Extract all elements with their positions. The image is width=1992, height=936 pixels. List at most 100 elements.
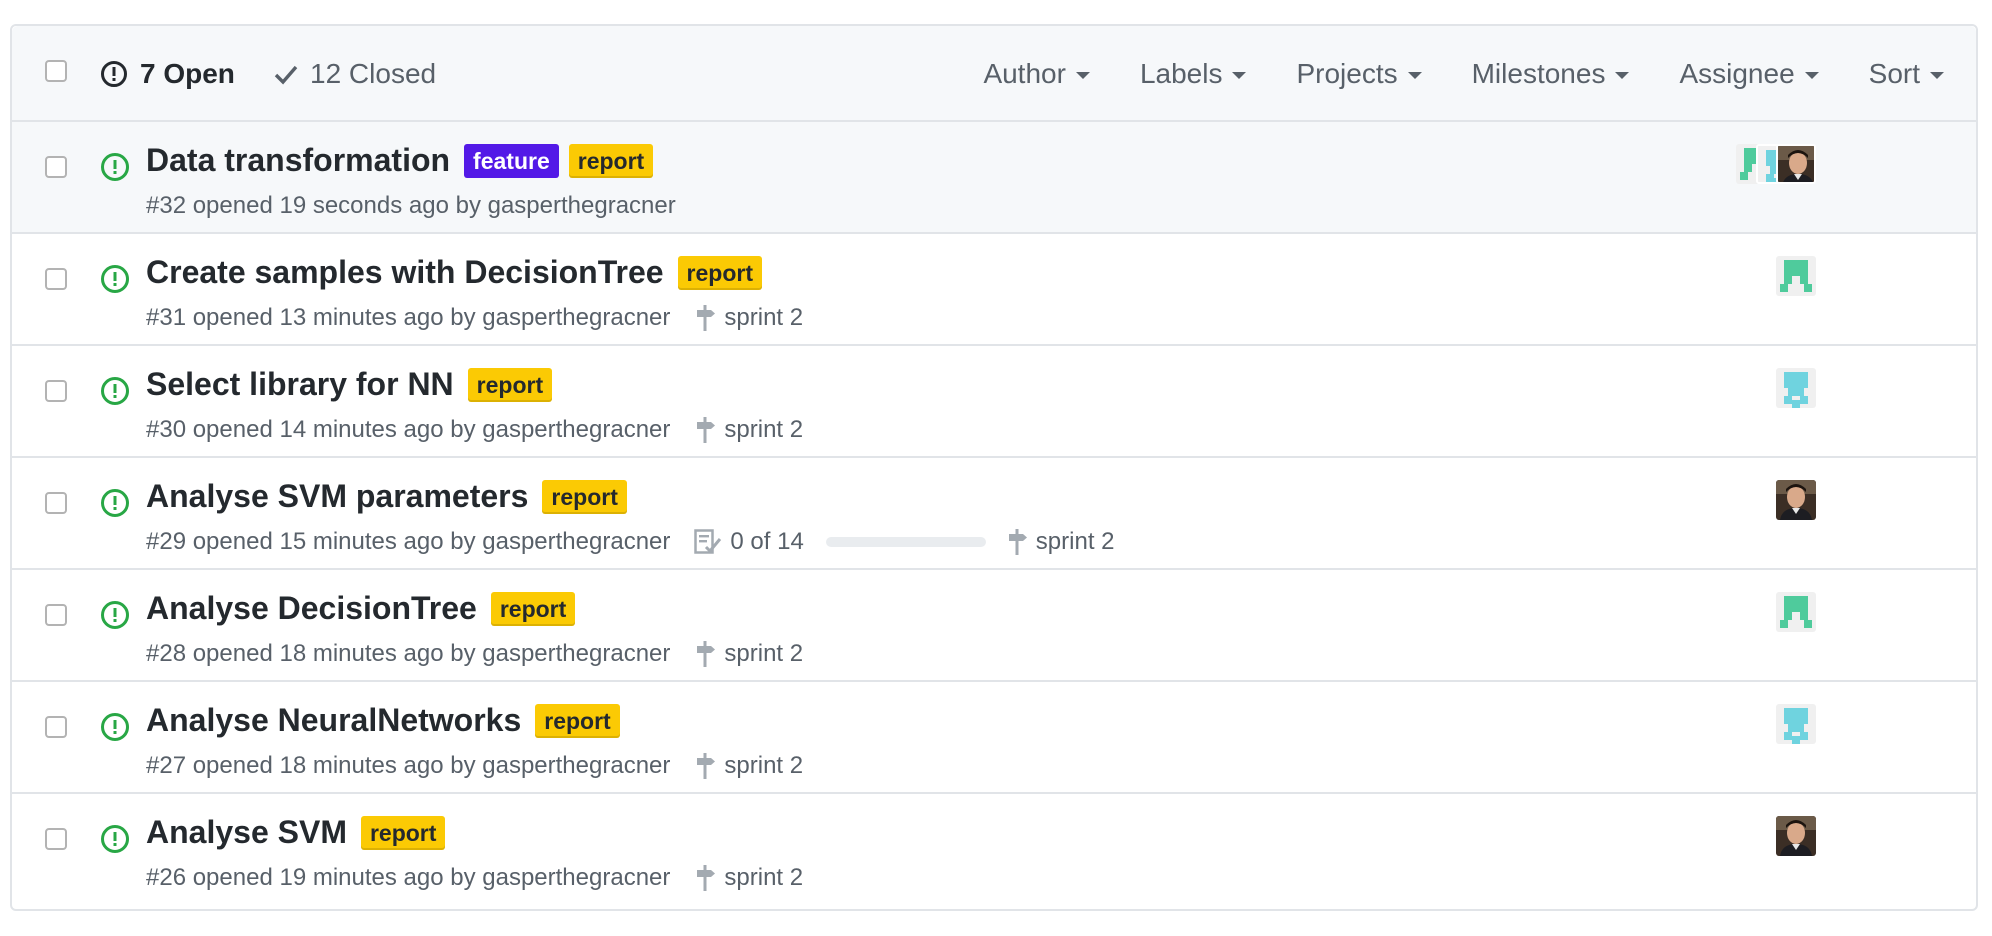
issue-title-line: Analyse SVM report — [146, 814, 446, 851]
filter-assignee[interactable]: Assignee — [1679, 58, 1819, 90]
issue-meta-text: #26 opened 19 minutes ago by gasperthegr… — [146, 864, 671, 891]
assignee-avatar[interactable] — [1776, 368, 1816, 408]
issue-meta-text: #30 opened 14 minutes ago by gasperthegr… — [146, 416, 671, 443]
issue-checkbox[interactable] — [45, 492, 67, 514]
issue-meta-text: #29 opened 15 minutes ago by gasperthegr… — [146, 528, 671, 555]
issue-row[interactable]: Select library for NN report #30 opened 14… — [12, 346, 1976, 458]
assignee-avatar[interactable] — [1776, 704, 1816, 744]
issue-open-icon — [101, 489, 129, 517]
issue-meta-text: #28 opened 18 minutes ago by gasperthegr… — [146, 640, 671, 667]
assignee-avatar[interactable] — [1776, 256, 1816, 296]
open-issues-tab[interactable]: 7 Open — [100, 26, 235, 122]
filter-bar: Author Labels Projects Milestones Assign… — [933, 26, 1976, 122]
task-progress-bar — [825, 537, 986, 547]
issue-title-link[interactable]: Data transformation — [146, 142, 450, 179]
closed-count-label: 12 Closed — [310, 58, 437, 89]
issue-checkbox[interactable] — [45, 716, 67, 738]
issue-row[interactable]: Analyse DecisionTree report #28 opened 18 … — [12, 570, 1976, 682]
issue-open-icon — [101, 825, 129, 853]
closed-issues-tab[interactable]: 12 Closed — [274, 26, 436, 122]
issues-list: 7 Open 12 Closed Author Labels Projects … — [10, 24, 1978, 911]
issue-meta-text: #32 opened 19 seconds ago by gasperthegr… — [146, 192, 676, 219]
milestone-link[interactable]: sprint 2 — [1006, 528, 1115, 556]
label-report[interactable]: report — [542, 479, 627, 514]
issue-row[interactable]: Create samples with DecisionTree report #3… — [12, 234, 1976, 346]
filter-projects-label: Projects — [1296, 58, 1398, 89]
milestone-icon — [697, 417, 716, 443]
assignees — [1776, 368, 1816, 408]
issue-checkbox[interactable] — [45, 828, 67, 850]
milestone-link[interactable]: sprint 2 — [694, 640, 803, 668]
label-report[interactable]: report — [677, 255, 762, 290]
issue-title-link[interactable]: Analyse SVM — [146, 814, 347, 851]
label-report[interactable]: report — [360, 815, 446, 850]
filter-labels[interactable]: Labels — [1140, 58, 1247, 90]
issue-checkbox[interactable] — [45, 604, 67, 626]
filter-author[interactable]: Author — [983, 58, 1090, 90]
issue-meta: #26 opened 19 minutes ago by gasperthegr… — [146, 864, 803, 892]
filter-assignee-label: Assignee — [1679, 58, 1795, 89]
issue-checkbox[interactable] — [45, 268, 67, 290]
issue-title-link[interactable]: Select library for NN — [146, 366, 454, 403]
assignee-avatar[interactable] — [1776, 480, 1816, 520]
filter-author-label: Author — [983, 58, 1066, 89]
milestone-icon — [697, 753, 716, 779]
filter-milestones-label: Milestones — [1471, 58, 1606, 89]
issue-title-line: Analyse NeuralNetworks report — [146, 702, 620, 739]
milestone-icon — [697, 865, 716, 891]
issue-title-line: Select library for NN report — [146, 366, 553, 403]
tasklist-icon — [694, 529, 722, 554]
issue-meta: #30 opened 14 minutes ago by gasperthegr… — [146, 416, 803, 444]
label-report[interactable]: report — [467, 367, 553, 402]
filter-sort[interactable]: Sort — [1869, 58, 1944, 90]
caret-down-icon — [1804, 72, 1819, 79]
open-count-label: 7 Open — [140, 58, 235, 89]
filter-sort-label: Sort — [1868, 58, 1920, 89]
assignee-avatar[interactable] — [1776, 592, 1816, 632]
issue-meta: #32 opened 19 seconds ago by gasperthegr… — [146, 192, 676, 220]
assignees — [1776, 816, 1816, 856]
milestone-name: sprint 2 — [724, 640, 804, 667]
issue-row[interactable]: Analyse SVM report #26 opened 19 minutes a… — [12, 794, 1976, 906]
issue-open-icon — [101, 153, 129, 181]
caret-down-icon — [1232, 72, 1247, 79]
issue-checkbox[interactable] — [45, 380, 67, 402]
issue-row[interactable]: Data transformation feature report #32 open… — [12, 122, 1976, 234]
milestone-link[interactable]: sprint 2 — [694, 416, 803, 444]
assignee-avatar[interactable] — [1776, 144, 1816, 184]
filter-milestones[interactable]: Milestones — [1472, 58, 1630, 90]
filter-labels-label: Labels — [1139, 58, 1223, 89]
milestone-link[interactable]: sprint 2 — [694, 304, 803, 332]
assignee-avatar[interactable] — [1776, 816, 1816, 856]
assignees — [1776, 480, 1816, 520]
milestone-name: sprint 2 — [724, 864, 804, 891]
issue-title-link[interactable]: Create samples with DecisionTree — [146, 254, 664, 291]
label-report[interactable]: report — [535, 703, 620, 738]
assignees — [1736, 144, 1816, 184]
label-feature[interactable]: feature — [464, 143, 559, 178]
milestone-name: sprint 2 — [724, 752, 804, 779]
issue-meta-text: #27 opened 18 minutes ago by gasperthegr… — [146, 752, 671, 779]
label-report[interactable]: report — [490, 591, 576, 626]
filter-projects[interactable]: Projects — [1296, 58, 1422, 90]
issue-meta: #27 opened 18 minutes ago by gasperthegr… — [146, 752, 803, 780]
issue-open-icon — [101, 377, 129, 405]
milestone-icon — [1008, 529, 1027, 555]
check-icon — [274, 65, 298, 85]
issue-row[interactable]: Analyse SVM parameters report #29 opened 1… — [12, 458, 1976, 570]
issue-row[interactable]: Analyse NeuralNetworks report #27 opened 1… — [12, 682, 1976, 794]
task-count: 0 of 14 — [730, 528, 804, 555]
issue-title-link[interactable]: Analyse SVM parameters — [146, 478, 528, 515]
issue-checkbox[interactable] — [45, 156, 67, 178]
milestone-link[interactable]: sprint 2 — [694, 752, 803, 780]
assignees — [1776, 256, 1816, 296]
milestone-name: sprint 2 — [724, 304, 804, 331]
label-report[interactable]: report — [568, 143, 654, 178]
issue-title-link[interactable]: Analyse DecisionTree — [146, 590, 477, 627]
caret-down-icon — [1075, 72, 1090, 79]
caret-down-icon — [1407, 72, 1422, 79]
select-all-checkbox[interactable] — [45, 60, 67, 82]
milestone-link[interactable]: sprint 2 — [694, 864, 803, 892]
issue-title-link[interactable]: Analyse NeuralNetworks — [146, 702, 521, 739]
task-progress: 0 of 14 — [694, 528, 986, 556]
